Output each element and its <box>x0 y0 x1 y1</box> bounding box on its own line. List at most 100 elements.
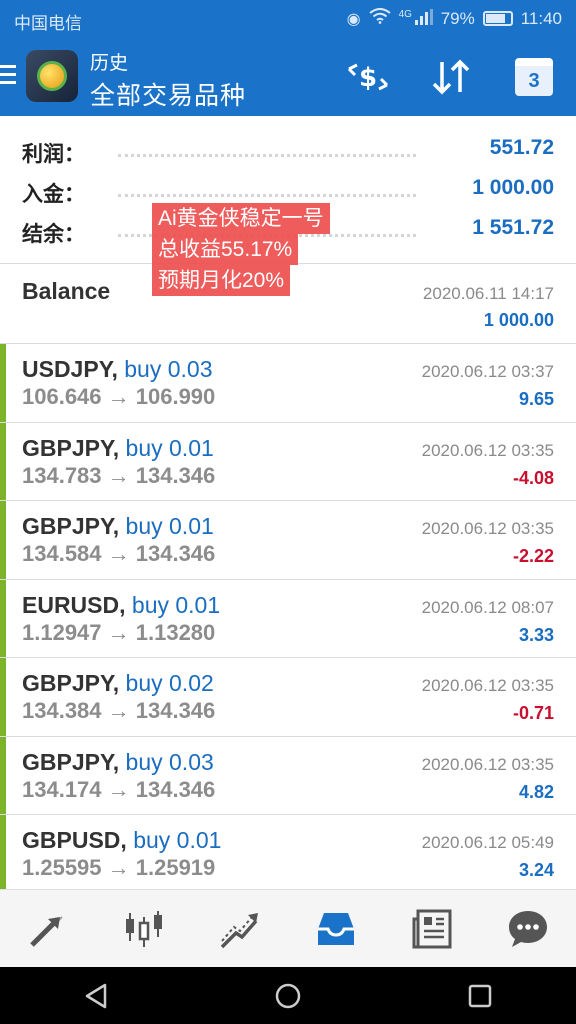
deal-time: 2020.06.12 03:37 <box>421 362 554 381</box>
deal-profit: 3.24 <box>518 860 554 880</box>
deal-indicator-bar <box>0 658 6 736</box>
deal-row[interactable]: GBPJPY, buy 0.01 134.783 → 134.346 2020.06… <box>0 422 576 501</box>
deal-symbol: GBPUSD, buy 0.01 <box>22 827 221 854</box>
deal-indicator-bar <box>0 501 6 579</box>
balance-entry-time: 2020.06.11 14:17 <box>422 284 554 303</box>
deal-side: buy 0.01 <box>125 513 214 539</box>
deal-prices: 134.384 → 134.346 <box>22 698 216 723</box>
sort-button[interactable] <box>428 56 474 98</box>
tab-news[interactable] <box>384 890 480 967</box>
carrier-name: 中国电信 <box>14 14 82 33</box>
deal-row[interactable]: EURUSD, buy 0.01 1.12947 → 1.13280 2020.06… <box>0 579 576 658</box>
deal-prices: 1.12947 → 1.13280 <box>22 619 216 645</box>
promo-line-3: 预期月化20% <box>152 265 291 296</box>
deal-prices: 134.783 → 134.346 <box>22 462 216 488</box>
deal-symbol-name: USDJPY, <box>22 356 118 382</box>
deal-indicator-bar <box>0 815 6 893</box>
deal-indicator-bar <box>0 736 6 814</box>
promo-line-2: 总收益55.17% <box>152 234 299 265</box>
status-bar: 中国电信 ◉ 4G 79% 11:40 <box>0 0 576 38</box>
deal-profit: -0.71 <box>512 703 554 723</box>
deal-row[interactable]: GBPJPY, buy 0.01 134.584 → 134.346 2020.06… <box>0 501 576 580</box>
hamburger-menu-icon[interactable] <box>0 65 16 89</box>
deal-profit: 9.65 <box>518 389 554 409</box>
signal-icon: 4G <box>399 9 433 28</box>
deal-symbol-name: GBPJPY, <box>22 748 120 775</box>
deal-side: buy 0.03 <box>125 748 214 775</box>
deal-profit: -2.22 <box>512 546 554 566</box>
balance-entry-amount: 1 000.00 <box>483 310 554 330</box>
tab-trend[interactable] <box>192 890 288 967</box>
deal-symbol: USDJPY, buy 0.03 <box>22 356 213 383</box>
news-icon <box>412 909 452 948</box>
deal-time: 2020.06.12 03:35 <box>421 440 554 460</box>
back-triangle-icon <box>85 983 107 1008</box>
tab-quotes-chart[interactable] <box>96 890 192 967</box>
deal-row[interactable]: GBPUSD, buy 0.01 1.25595 → 1.25919 2020.06… <box>0 815 576 894</box>
dotted-leader <box>118 154 416 157</box>
svg-text:$: $ <box>359 63 377 93</box>
deposit-label: 入金： <box>22 183 85 206</box>
balance-label: 结余： <box>22 223 85 246</box>
deal-row[interactable]: GBPJPY, buy 0.03 134.174 → 134.346 2020.06… <box>0 736 576 815</box>
profit-label: 利润： <box>22 143 85 166</box>
deal-symbol: GBPJPY, buy 0.02 <box>22 670 214 697</box>
deal-side: buy 0.01 <box>133 827 222 853</box>
summary-profit-row: 利润： 551.72 <box>0 130 576 170</box>
deal-symbol: GBPJPY, buy 0.01 <box>22 513 214 540</box>
dotted-leader <box>118 194 416 197</box>
deal-symbol-name: GBPJPY, <box>22 434 120 461</box>
deposit-value: 1 000.00 <box>472 176 554 199</box>
calendar-icon: 3 <box>515 58 553 96</box>
battery-icon <box>482 11 513 26</box>
deal-side: buy 0.02 <box>125 670 214 696</box>
deal-symbol: GBPJPY, buy 0.01 <box>22 435 214 462</box>
nav-back-button[interactable] <box>0 967 192 1024</box>
nav-recents-button[interactable] <box>384 967 576 1024</box>
deal-time: 2020.06.12 03:35 <box>421 676 554 695</box>
wifi-icon <box>368 8 391 29</box>
system-nav-bar <box>0 967 576 1024</box>
deal-indicator-bar <box>0 579 6 657</box>
deal-symbol-name: GBPJPY, <box>22 513 120 539</box>
deal-side: buy 0.01 <box>125 434 214 461</box>
recents-square-icon <box>468 984 492 1007</box>
deal-time: 2020.06.12 05:49 <box>421 833 554 852</box>
nav-home-button[interactable] <box>192 967 384 1024</box>
deal-symbol: GBPJPY, buy 0.03 <box>22 749 214 776</box>
deal-indicator-bar <box>0 422 6 500</box>
deal-time: 2020.06.12 03:35 <box>421 519 554 538</box>
deal-side: buy 0.03 <box>124 356 213 382</box>
deal-symbol-name: GBPJPY, <box>22 670 120 696</box>
chat-icon <box>509 910 547 947</box>
tab-history[interactable] <box>288 890 384 967</box>
deal-prices: 134.584 → 134.346 <box>22 541 216 566</box>
eye-icon: ◉ <box>346 10 361 28</box>
bottom-tab-bar <box>0 889 576 967</box>
deal-time: 2020.06.12 03:35 <box>421 754 554 774</box>
calendar-button[interactable]: 3 <box>514 56 554 98</box>
tab-trade[interactable] <box>0 890 96 967</box>
clock: 11:40 <box>520 8 562 28</box>
profit-value: 551.72 <box>489 136 554 159</box>
tab-chat[interactable] <box>480 890 576 967</box>
app-header: 历史 全部交易品种 $ 3 <box>0 38 576 116</box>
currency-exchange-button[interactable]: $ <box>344 56 392 98</box>
deal-row[interactable]: USDJPY, buy 0.03 106.646 → 106.990 2020.06… <box>0 344 576 423</box>
candlestick-chart-icon <box>126 910 162 947</box>
deal-indicator-bar <box>0 344 6 422</box>
network-type: 4G <box>398 9 412 20</box>
status-icons: ◉ 4G 79% 11:40 <box>347 8 562 29</box>
deal-row[interactable]: GBPJPY, buy 0.02 134.384 → 134.346 2020.06… <box>0 658 576 737</box>
calendar-day: 3 <box>528 69 540 92</box>
deal-symbol-name: GBPUSD, <box>22 827 127 853</box>
deal-time: 2020.06.12 08:07 <box>421 597 554 617</box>
page-title[interactable]: 全部交易品种 <box>90 76 246 112</box>
app-logo <box>26 50 78 102</box>
deal-symbol: EURUSD, buy 0.01 <box>22 592 220 619</box>
deal-profit: 3.33 <box>518 624 554 645</box>
deal-symbol-name: EURUSD, <box>22 591 126 618</box>
deal-profit: -4.08 <box>512 467 554 488</box>
trend-chart-icon <box>220 912 258 948</box>
header-subtitle: 历史 <box>90 53 129 74</box>
